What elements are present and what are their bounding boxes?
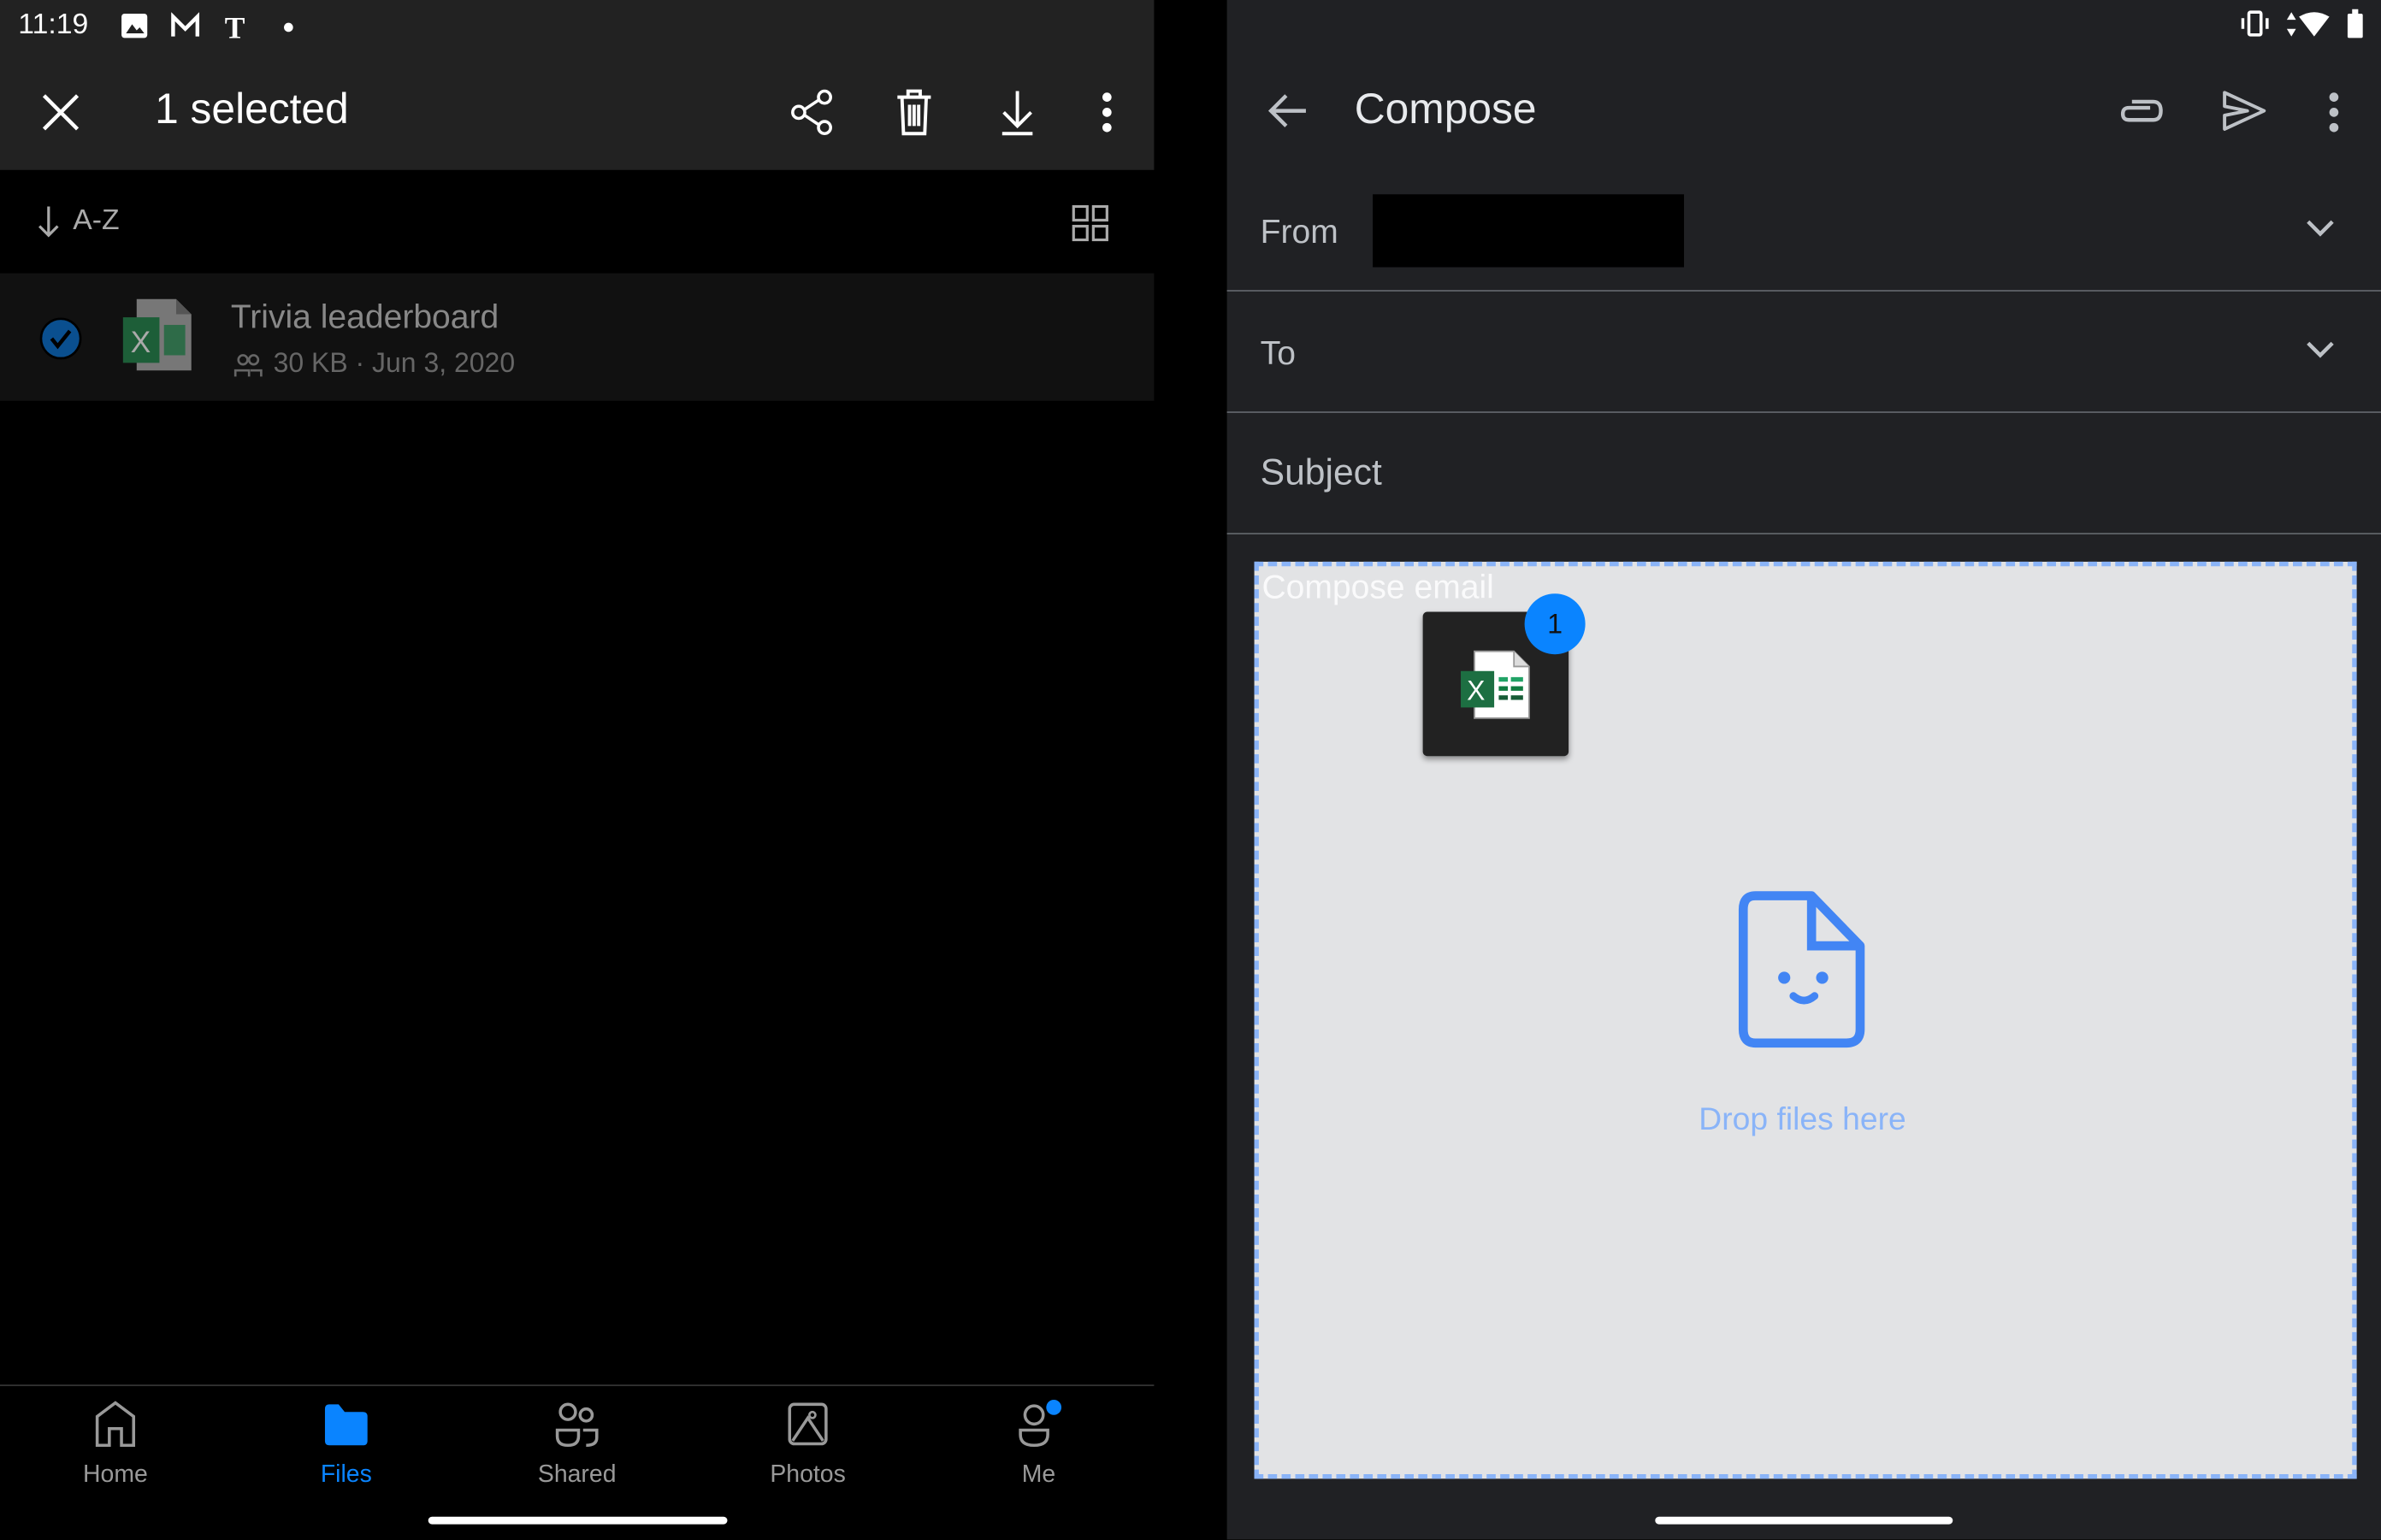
shared-people-icon — [233, 354, 263, 377]
sort-arrow-icon — [38, 206, 59, 238]
from-field[interactable]: From — [1226, 170, 2381, 292]
from-label: From — [1260, 212, 1338, 251]
drop-files-text: Drop files here — [1699, 1102, 1906, 1137]
compose-more-icon[interactable] — [2324, 88, 2345, 137]
selection-count: 1 selected — [155, 85, 349, 133]
nav-photos-label: Photos — [770, 1461, 846, 1488]
download-icon[interactable] — [996, 88, 1039, 137]
redacted-sender — [1373, 194, 1685, 268]
dot-icon — [284, 22, 293, 32]
files-app-pane: 11:19 T 1 selected A-Z X Trivia leaderbo… — [0, 0, 1155, 1540]
drop-file-icon — [1738, 891, 1865, 1048]
back-arrow-icon[interactable] — [1267, 91, 1309, 131]
photo-icon — [788, 1402, 828, 1446]
file-meta: 30 KB · Jun 3, 2020 — [273, 347, 516, 379]
sort-bar — [0, 169, 1155, 274]
nav-me[interactable]: Me — [925, 1400, 1152, 1490]
close-icon[interactable] — [39, 91, 82, 134]
subject-field[interactable]: Subject — [1226, 413, 2381, 534]
folder-icon — [324, 1404, 368, 1446]
nav-files[interactable]: Files — [233, 1400, 460, 1490]
nav-shared[interactable]: Shared — [464, 1400, 691, 1490]
sort-button[interactable]: A-Z — [37, 204, 120, 240]
nav-home[interactable]: Home — [2, 1400, 229, 1490]
to-label: To — [1260, 333, 1296, 372]
chevron-down-icon[interactable] — [2305, 219, 2336, 240]
subject-placeholder: Subject — [1260, 452, 1382, 494]
svg-text:X: X — [1467, 676, 1485, 706]
home-icon — [95, 1401, 136, 1448]
excel-file-icon: X — [1461, 650, 1530, 719]
home-indicator[interactable] — [428, 1516, 728, 1525]
nav-me-label: Me — [1021, 1461, 1056, 1488]
body-placeholder[interactable]: Compose email — [1261, 568, 1493, 607]
send-icon[interactable] — [2220, 88, 2269, 133]
nav-divider — [0, 1384, 1155, 1387]
nav-files-label: Files — [320, 1461, 372, 1488]
person-icon — [1019, 1400, 1062, 1448]
share-icon[interactable] — [789, 88, 835, 137]
svg-text:T: T — [225, 12, 245, 43]
shared-icon — [555, 1402, 599, 1448]
nav-home-label: Home — [83, 1461, 148, 1488]
grid-view-icon[interactable] — [1072, 204, 1109, 242]
home-indicator[interactable] — [1655, 1516, 1953, 1525]
file-name: Trivia leaderboard — [230, 297, 499, 336]
notification-dot — [1046, 1400, 1062, 1415]
sort-label: A-Z — [73, 204, 120, 237]
attach-icon[interactable] — [2117, 94, 2165, 127]
chevron-down-icon[interactable] — [2305, 340, 2336, 362]
to-field[interactable]: To — [1226, 292, 2381, 413]
drag-count-badge: 1 — [1524, 593, 1586, 655]
compose-title: Compose — [1354, 85, 1537, 133]
excel-file-icon: X — [122, 298, 192, 371]
delete-icon[interactable] — [893, 88, 936, 137]
more-options-icon[interactable] — [1096, 88, 1118, 137]
notification-icons: T — [121, 12, 245, 43]
svg-text:X: X — [131, 325, 151, 359]
nav-photos[interactable]: Photos — [694, 1400, 921, 1490]
nav-shared-label: Shared — [537, 1461, 617, 1488]
system-status-icons — [2241, 9, 2363, 38]
status-time: 11:19 — [18, 9, 89, 41]
selected-check-icon[interactable] — [38, 316, 83, 361]
